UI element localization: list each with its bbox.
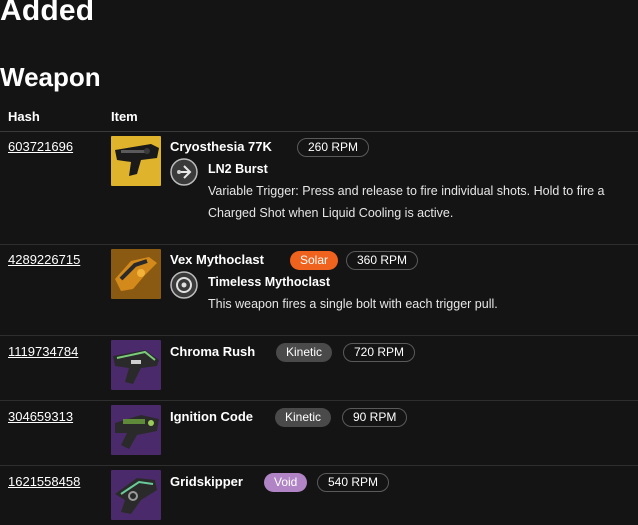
table-row: 1119734784 Chroma Rush Kinetic 720 RPM <box>0 336 638 400</box>
rpm-badge: 90 RPM <box>342 408 408 427</box>
table-row: 4289226715 Vex Mythoclast Solar 360 RPM … <box>0 245 638 335</box>
hash-link[interactable]: 1119734784 <box>8 344 78 359</box>
perk-name: LN2 Burst <box>208 162 268 176</box>
weapon-icon <box>111 470 161 520</box>
table-row: 304659313 Ignition Code Kinetic 90 RPM <box>0 401 638 465</box>
page-title: Added <box>0 0 95 27</box>
weapon-icon <box>111 405 161 455</box>
element-badge-void: Void <box>264 473 308 492</box>
perk-description: This weapon fires a single bolt with eac… <box>208 297 498 311</box>
weapon-name: Chroma Rush <box>170 344 256 359</box>
element-badge-kinetic: Kinetic <box>276 343 333 362</box>
element-badge-kinetic: Kinetic <box>275 408 332 427</box>
weapon-icon <box>111 249 161 299</box>
rpm-badge: 360 RPM <box>346 251 419 270</box>
weapon-icon <box>111 136 161 186</box>
hash-link[interactable]: 4289226715 <box>8 252 80 267</box>
hash-link[interactable]: 304659313 <box>8 409 73 424</box>
table-row: 1621558458 Gridskipper Void 540 RPM <box>0 466 638 525</box>
perk-description: Variable Trigger: Press and release to f… <box>208 184 605 220</box>
table-row: 603721696 Cryosthesia 77K 260 RPM LN2 Bu… <box>0 132 638 244</box>
timeless-mythoclast-perk-icon <box>170 271 198 299</box>
section-title: Weapon <box>0 62 101 92</box>
hash-link[interactable]: 603721696 <box>8 139 73 154</box>
weapon-name: Gridskipper <box>170 474 243 489</box>
element-badge-solar: Solar <box>290 251 339 270</box>
rpm-badge: 260 RPM <box>297 138 370 157</box>
hash-link[interactable]: 1621558458 <box>8 474 80 489</box>
column-header-hash: Hash <box>8 109 40 124</box>
ln2-burst-perk-icon <box>170 158 198 186</box>
perk-name: Timeless Mythoclast <box>208 275 331 289</box>
rpm-badge: 540 RPM <box>317 473 390 492</box>
weapon-name: Cryosthesia 77K <box>170 139 272 154</box>
weapon-name: Ignition Code <box>170 409 254 424</box>
column-header-item: Item <box>111 109 138 124</box>
weapon-icon <box>111 340 161 390</box>
rpm-badge: 720 RPM <box>343 343 416 362</box>
weapon-name: Vex Mythoclast <box>170 252 264 267</box>
